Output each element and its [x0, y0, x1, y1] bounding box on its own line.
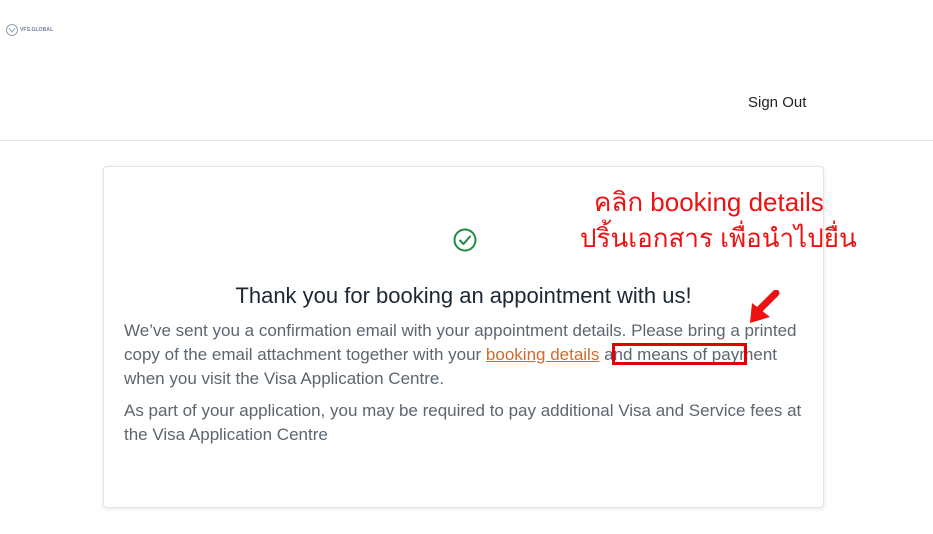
vfs-logo-mark-icon — [6, 24, 18, 36]
confirmation-title: Thank you for booking an appointment wit… — [235, 283, 692, 308]
annotation-line-2: ปริ้นเอกสาร เพื่อนำไปยื่น — [580, 223, 857, 253]
vfs-logo: VFS.GLOBAL — [6, 24, 53, 36]
fees-notice: As part of your application, you may be … — [124, 401, 802, 444]
sign-out-link[interactable]: Sign Out — [748, 94, 806, 111]
header-divider — [0, 140, 933, 141]
annotation-line-1: คลิก booking details — [594, 187, 824, 217]
red-arrow-icon — [750, 290, 780, 323]
check-circle-icon — [453, 228, 477, 252]
booking-details-link[interactable]: booking details — [486, 345, 599, 364]
link-highlight-box — [612, 343, 747, 365]
logo-text: VFS.GLOBAL — [20, 27, 54, 33]
